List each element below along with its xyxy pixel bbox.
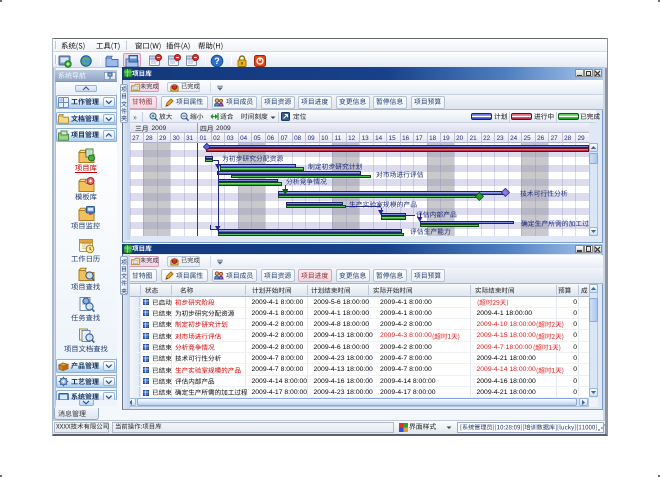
svg-text:?: ? bbox=[214, 56, 220, 66]
